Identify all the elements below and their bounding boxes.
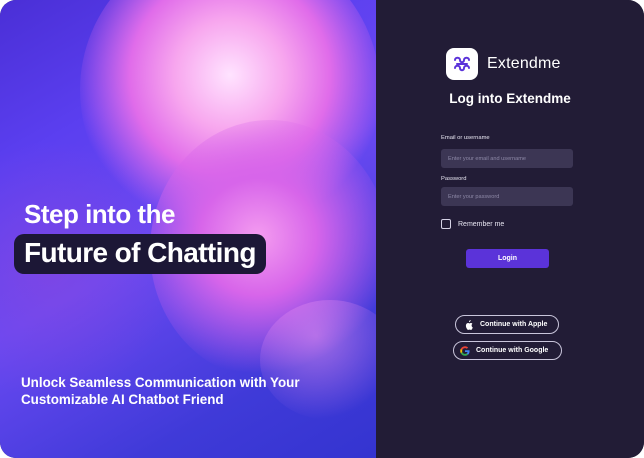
remember-label: Remember me <box>458 220 505 228</box>
continue-with-apple-button[interactable]: Continue with Apple <box>455 315 559 334</box>
hero-subtitle: Unlock Seamless Communication with Your … <box>21 374 341 408</box>
brand: Extendme <box>446 48 561 80</box>
email-field[interactable] <box>441 149 573 168</box>
continue-with-google-button[interactable]: Continue with Google <box>453 341 562 360</box>
login-title: Log into Extendme <box>449 91 571 106</box>
hero-subtitle-line1: Unlock Seamless Communication with Your <box>21 375 300 390</box>
email-label: Email or username <box>441 135 490 141</box>
password-field[interactable] <box>441 187 573 206</box>
hero-panel: Step into the Future of Chatting Unlock … <box>0 0 376 458</box>
extendme-logo-icon <box>446 48 478 80</box>
login-button[interactable]: Login <box>466 249 549 268</box>
apple-icon <box>464 319 474 330</box>
brand-name: Extendme <box>487 55 561 72</box>
remember-checkbox[interactable] <box>441 219 451 229</box>
password-label: Password <box>441 176 467 182</box>
apple-button-label: Continue with Apple <box>480 321 548 328</box>
google-icon <box>460 345 470 356</box>
remember-me: Remember me <box>441 219 504 229</box>
login-page: Step into the Future of Chatting Unlock … <box>0 0 644 458</box>
hero-headline-line2: Future of Chatting <box>14 234 266 274</box>
google-button-label: Continue with Google <box>476 347 549 354</box>
hero-subtitle-line2: Customizable AI Chatbot Friend <box>21 392 224 407</box>
hero-headline-line1: Step into the <box>24 199 175 229</box>
